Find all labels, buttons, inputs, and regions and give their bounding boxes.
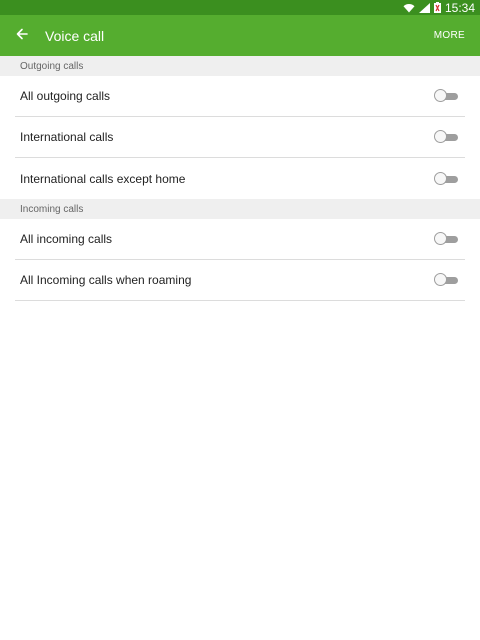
settings-list: Outgoing calls All outgoing calls Intern…	[0, 56, 480, 301]
row-all-incoming-calls[interactable]: All incoming calls	[15, 219, 465, 260]
row-international-calls-except-home[interactable]: International calls except home	[15, 158, 465, 199]
toggle-switch[interactable]	[434, 273, 458, 287]
row-label: International calls	[20, 130, 114, 144]
app-bar: Voice call MORE	[0, 15, 480, 56]
row-label: All incoming calls	[20, 232, 113, 246]
toggle-switch[interactable]	[434, 130, 458, 144]
row-label: International calls except home	[20, 171, 186, 186]
section-header-incoming: Incoming calls	[0, 199, 480, 219]
wifi-icon	[403, 3, 415, 13]
row-all-incoming-calls-when-roaming[interactable]: All Incoming calls when roaming	[15, 260, 465, 301]
row-international-calls[interactable]: International calls	[15, 117, 465, 158]
toggle-switch[interactable]	[434, 232, 458, 246]
section-header-outgoing: Outgoing calls	[0, 56, 480, 76]
toggle-switch[interactable]	[434, 89, 458, 103]
row-label: All outgoing calls	[20, 89, 111, 103]
row-label: All Incoming calls when roaming	[20, 273, 192, 287]
row-all-outgoing-calls[interactable]: All outgoing calls	[15, 76, 465, 117]
status-time: 15:34	[444, 0, 475, 15]
status-bar: 15:34	[0, 0, 480, 15]
more-button[interactable]: MORE	[434, 30, 465, 41]
signal-icon	[418, 2, 430, 13]
back-button[interactable]	[0, 15, 44, 56]
arrow-left-icon	[16, 27, 28, 45]
page-title: Voice call	[45, 27, 105, 44]
battery-icon	[433, 2, 441, 13]
toggle-switch[interactable]	[434, 171, 458, 186]
